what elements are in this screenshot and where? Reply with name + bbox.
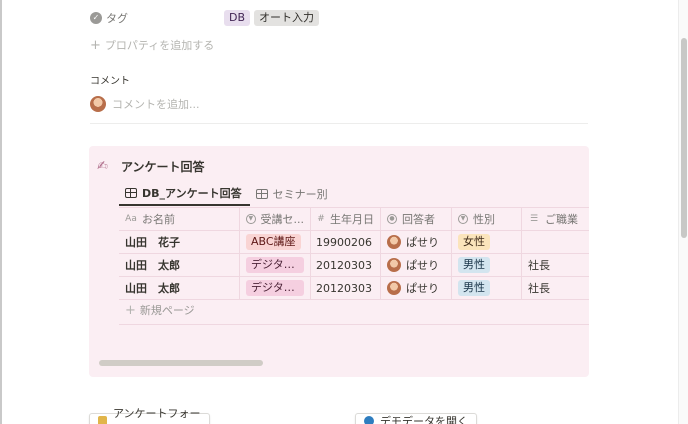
select-type-icon: ▼ (246, 214, 256, 224)
column-label: お名前 (142, 213, 175, 226)
gender-tag: 男性 (458, 280, 490, 296)
column-header-birthdate[interactable]: # 生年月日 (311, 208, 381, 230)
cell-birthdate[interactable]: 20120303 (311, 254, 381, 276)
check-circle-icon: ✓ (90, 12, 102, 24)
table-row[interactable]: 山田 太郎 デジタル... 20120303 ぱせり 男性 社長 (119, 277, 589, 300)
text-type-icon: Aa (125, 214, 137, 224)
select-type-icon: ▼ (458, 214, 468, 224)
cell-gender[interactable]: 女性 (452, 231, 522, 253)
course-tag: ABC講座 (246, 234, 301, 250)
cell-name[interactable]: 山田 太郎 (119, 254, 240, 276)
left-window-edge (0, 0, 2, 424)
comment-input-row[interactable]: コメントを追加... (90, 94, 200, 114)
comments-heading: コメント (90, 76, 130, 87)
avatar (387, 281, 401, 295)
column-header-gender[interactable]: ▼ 性別 (452, 208, 522, 230)
cell-respondent[interactable]: ぱせり (381, 277, 452, 299)
add-property-button[interactable]: + プロパティを追加する (90, 36, 214, 54)
cell-course[interactable]: デジタル... (240, 277, 311, 299)
respondent-name: ぱせり (406, 236, 439, 249)
vertical-scrollbar[interactable] (678, 0, 688, 424)
tag-db[interactable]: DB (224, 10, 251, 26)
cell-name[interactable]: 山田 太郎 (119, 277, 240, 299)
column-header-name[interactable]: Aa お名前 (119, 208, 240, 230)
number-type-icon: # (317, 214, 325, 224)
add-property-label: プロパティを追加する (104, 39, 215, 52)
cell-name[interactable]: 山田 花子 (119, 231, 240, 253)
cell-course[interactable]: デジタル... (240, 254, 311, 276)
avatar (90, 96, 106, 112)
person-type-icon: ● (387, 214, 397, 224)
cell-occupation[interactable]: 社長 (522, 277, 589, 299)
column-label: 受講セ... (260, 213, 305, 226)
column-header-occupation[interactable]: ☰ ご職業 (522, 208, 589, 230)
callout-header: ✍ アンケート回答 (97, 158, 205, 175)
cell-birthdate[interactable]: 20120303 (311, 277, 381, 299)
survey-callout: ✍ アンケート回答 DB_アンケート回答 セミナー別 Aa お名前 ▼ 受講セ.… (89, 146, 589, 377)
avatar (387, 235, 401, 249)
tab-label: DB_アンケート回答 (142, 187, 242, 200)
tab-seminar[interactable]: セミナー別 (250, 182, 336, 206)
cell-respondent[interactable]: ぱせり (381, 254, 452, 276)
course-tag: デジタル... (246, 280, 304, 296)
column-header-course[interactable]: ▼ 受講セ... (240, 208, 311, 230)
property-row-tags[interactable]: ✓ タグ DB オート入力 (90, 8, 323, 28)
signature-icon: ✍ (97, 159, 108, 174)
plus-icon: + (125, 302, 136, 318)
database-view-tabs: DB_アンケート回答 セミナー別 (119, 182, 336, 206)
divider (90, 123, 588, 124)
text-lines-icon: ☰ (529, 214, 539, 224)
column-label: 生年月日 (330, 213, 374, 226)
respondent-name: ぱせり (406, 259, 439, 272)
column-header-respondent[interactable]: ● 回答者 (381, 208, 452, 230)
tag-auto-input[interactable]: オート入力 (254, 10, 320, 26)
cell-occupation[interactable]: 社長 (522, 254, 589, 276)
column-label: 性別 (473, 213, 495, 226)
divider (119, 324, 589, 325)
gender-tag: 男性 (458, 257, 490, 273)
form-icon (98, 416, 107, 424)
respondent-name: ぱせり (406, 282, 439, 295)
callout-title: アンケート回答 (121, 160, 205, 174)
column-label: 回答者 (402, 213, 435, 226)
table-row[interactable]: 山田 花子 ABC講座 19900206 ぱせり 女性 (119, 231, 589, 254)
cell-gender[interactable]: 男性 (452, 254, 522, 276)
new-page-button[interactable]: + 新規ページ (125, 302, 195, 318)
comment-input[interactable]: コメントを追加... (112, 96, 200, 112)
globe-icon (364, 416, 374, 424)
course-tag: デジタル... (246, 257, 304, 273)
cell-respondent[interactable]: ぱせり (381, 231, 452, 253)
table-icon (255, 189, 268, 199)
vertical-scrollbar-thumb[interactable] (681, 38, 687, 238)
avatar (387, 258, 401, 272)
new-page-label: 新規ページ (139, 304, 195, 317)
survey-form-button[interactable]: アンケートフォーム (89, 407, 210, 424)
table-header: Aa お名前 ▼ 受講セ... # 生年月日 ● 回答者 ▼ 性別 ☰ ご職業 (119, 207, 589, 231)
horizontal-scrollbar-thumb[interactable] (99, 360, 263, 366)
property-name: タグ (106, 12, 128, 25)
gender-tag: 女性 (458, 234, 490, 250)
button-label: アンケートフォーム (112, 407, 201, 424)
table-row[interactable]: 山田 太郎 デジタル... 20120303 ぱせり 男性 社長 (119, 254, 589, 277)
cell-course[interactable]: ABC講座 (240, 231, 311, 253)
plus-icon: + (90, 37, 101, 53)
survey-table: Aa お名前 ▼ 受講セ... # 生年月日 ● 回答者 ▼ 性別 ☰ ご職業 (119, 207, 589, 300)
open-demo-data-button[interactable]: デモデータを開く (355, 413, 477, 424)
table-icon (125, 188, 137, 198)
column-label: ご職業 (545, 213, 578, 226)
cell-birthdate[interactable]: 19900206 (311, 231, 381, 253)
tab-label: セミナー別 (272, 188, 328, 201)
button-label: デモデータを開く (380, 415, 468, 424)
tab-db-survey[interactable]: DB_アンケート回答 (119, 182, 250, 206)
cell-occupation[interactable] (522, 231, 589, 253)
cell-gender[interactable]: 男性 (452, 277, 522, 299)
